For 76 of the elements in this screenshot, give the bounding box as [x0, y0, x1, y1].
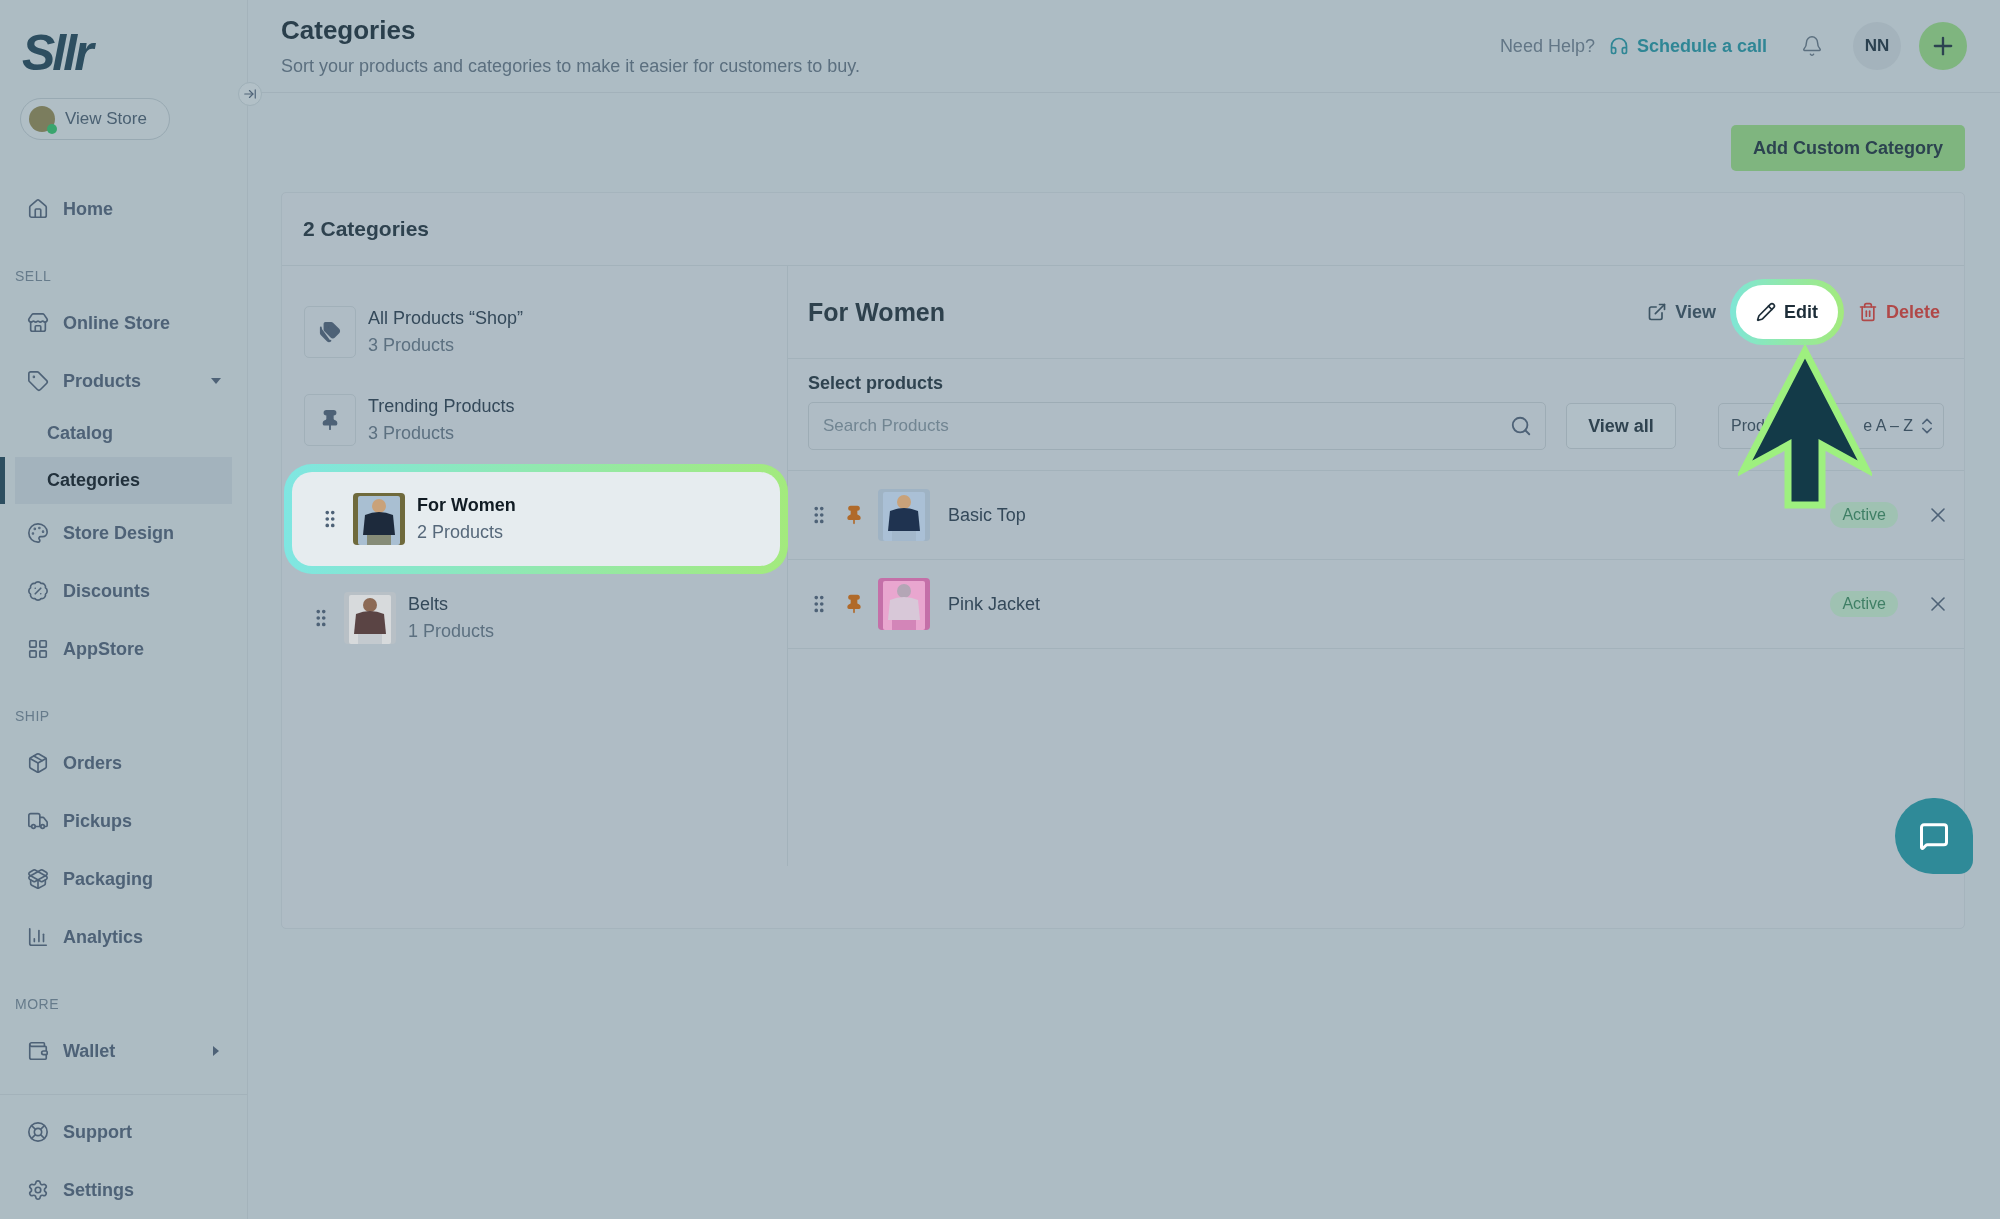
section-label: SELL [14, 267, 53, 286]
category-name: For Women [417, 495, 516, 516]
chat-icon [1919, 821, 1949, 851]
logo[interactable]: Sllr [0, 28, 247, 78]
nav-item[interactable]: Packaging [0, 850, 232, 908]
online-dot [47, 124, 57, 134]
headset-icon [1608, 36, 1629, 56]
nav-item[interactable]: Support [0, 1103, 232, 1161]
schedule-call-link[interactable]: Schedule a call [1608, 35, 1767, 57]
category-name: All Products “Shop” [368, 308, 524, 329]
category-item[interactable]: Trending Products 3 Products [282, 376, 787, 464]
palette-icon [27, 522, 49, 544]
nav-item[interactable]: Store Design [0, 504, 232, 562]
search-icon [1510, 415, 1532, 437]
nav-item[interactable]: Home [0, 180, 232, 238]
pin-icon[interactable] [844, 594, 864, 614]
category-count: 2 Products [417, 522, 505, 543]
nav-item[interactable]: Categories [0, 457, 232, 504]
category-item[interactable]: All Products “Shop” 3 Products [282, 288, 787, 376]
pin-icon[interactable] [844, 505, 864, 525]
collapse-button[interactable] [238, 82, 262, 106]
page-subtitle: Sort your products and categories to make it easier for customers to buy. [281, 56, 860, 77]
add-button[interactable] [1919, 22, 1967, 70]
status-badge: Active [1830, 591, 1898, 617]
category-title: For Women [808, 297, 946, 327]
external-link-icon [1647, 302, 1668, 322]
home-icon [27, 198, 49, 220]
view-store-button[interactable]: View Store [20, 98, 170, 140]
bell-icon[interactable] [1801, 35, 1823, 57]
pencil-icon [1755, 302, 1776, 322]
percent-badge-icon [27, 580, 49, 602]
card-title: 2 Categories [303, 217, 430, 241]
nav-item[interactable]: Settings [0, 1161, 232, 1219]
category-count: 3 Products [368, 423, 456, 444]
status-badge: Active [1830, 502, 1898, 528]
search-field[interactable]: Search Products [808, 402, 1546, 450]
open-box-icon [27, 868, 49, 890]
nav-item[interactable]: Wallet [0, 1022, 232, 1080]
page-title: Categories [281, 15, 417, 46]
tag-icon [27, 370, 49, 392]
grid-icon [27, 638, 49, 660]
category-name: Belts [408, 594, 450, 615]
view-all-button[interactable]: View all [1566, 403, 1676, 449]
product-name: Pink Jacket [948, 593, 1041, 615]
tags-icon [319, 321, 341, 343]
store-icon [27, 312, 49, 334]
nav-item[interactable]: Discounts [0, 562, 232, 620]
category-item[interactable]: Belts 1 Products [282, 574, 787, 662]
nav-item[interactable]: Analytics [0, 908, 232, 966]
section-label: SHIP [14, 707, 51, 726]
category-count: 3 Products [368, 335, 456, 356]
view-button[interactable]: View [1641, 292, 1722, 332]
category-name: Trending Products [368, 396, 515, 417]
nav-item[interactable]: Products [0, 352, 232, 410]
delete-button[interactable]: Delete [1851, 292, 1946, 332]
nav-item[interactable]: Pickups [0, 792, 232, 850]
product-name: Basic Top [948, 504, 1026, 526]
product-row[interactable]: Pink Jacket Active [788, 560, 1964, 649]
trash-icon [1857, 302, 1878, 322]
bar-chart-icon [27, 926, 49, 948]
nav-item[interactable]: Online Store [0, 294, 232, 352]
section-label: MORE [14, 995, 60, 1014]
add-category-button[interactable]: Add Custom Category [1731, 125, 1965, 171]
collapse-icon [243, 87, 257, 101]
category-count: 1 Products [408, 621, 495, 642]
help-text: Need Help? [1499, 35, 1595, 57]
wallet-icon [27, 1040, 49, 1062]
lifebuoy-icon [27, 1121, 49, 1143]
nav-item[interactable]: AppStore [0, 620, 232, 678]
nav-item[interactable]: Catalog [0, 410, 232, 457]
settings-icon [27, 1179, 49, 1201]
user-avatar[interactable]: NN [1853, 22, 1901, 70]
field-label: Select products [807, 372, 945, 395]
truck-icon [27, 810, 49, 832]
box-icon [27, 752, 49, 774]
nav-item[interactable]: Orders [0, 734, 232, 792]
